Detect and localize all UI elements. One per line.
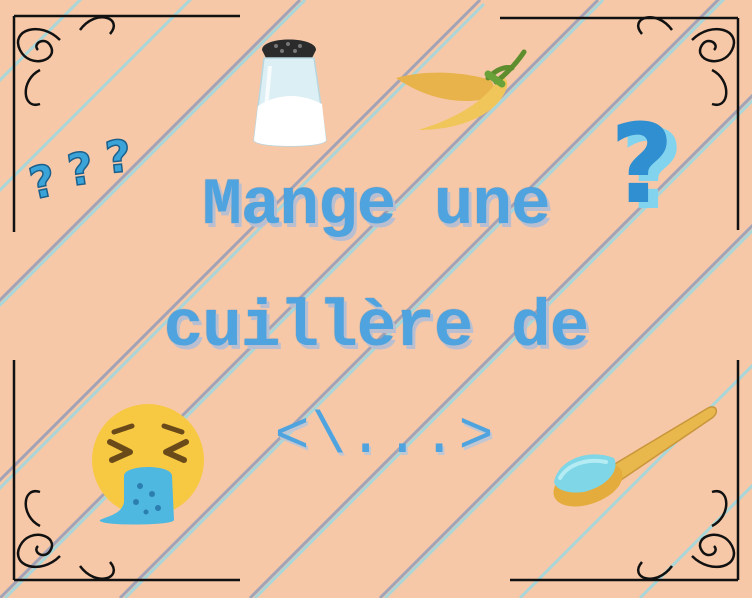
ingredient-placeholder: <\...> [274,405,496,470]
title-line-2: cuillère de [163,290,590,365]
card: ? ? ? ? ? Mange une cuillère de <\...> [0,0,752,598]
vomiting-face-icon [92,404,204,525]
spoon-icon [553,406,718,507]
chili-pepper-icon [396,49,527,130]
salt-shaker-icon [253,39,327,147]
title-line-1: Mange une [202,168,550,243]
